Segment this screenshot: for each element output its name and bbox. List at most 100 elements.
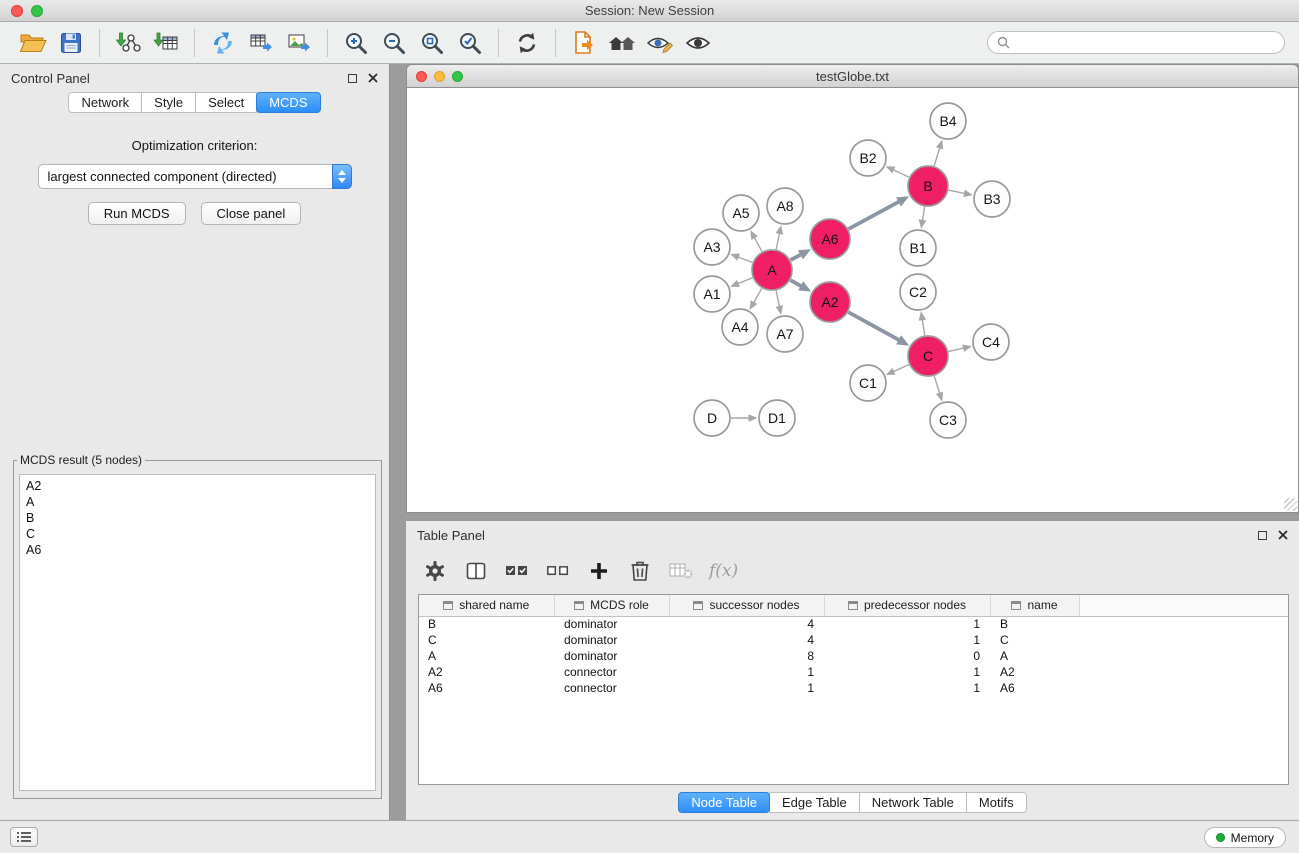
close-panel-icon[interactable] [368,73,378,83]
tab-motifs[interactable]: Motifs [966,792,1027,813]
table-row[interactable]: Cdominator41C [419,632,1288,648]
add-column-button[interactable] [582,555,616,587]
search-field[interactable] [987,31,1285,54]
graph-edge[interactable] [886,365,909,375]
graph-node-D[interactable]: D [694,400,730,436]
graph-edge[interactable] [886,166,909,177]
zoom-in-button[interactable] [337,26,375,60]
column-header[interactable]: shared name [419,595,554,616]
resize-handle[interactable] [1284,498,1297,511]
graph-node-B1[interactable]: B1 [900,230,936,266]
select-all-button[interactable] [500,555,534,587]
graph-node-A1[interactable]: A1 [694,276,730,312]
deselect-all-button[interactable] [541,555,575,587]
graph-node-A8[interactable]: A8 [767,188,803,224]
graph-node-D1[interactable]: D1 [759,400,795,436]
graph-node-C2[interactable]: C2 [900,274,936,310]
graph-edge[interactable] [730,278,752,287]
graph-node-A5[interactable]: A5 [723,195,759,231]
graph-edge[interactable] [750,288,762,310]
graph-node-A3[interactable]: A3 [694,229,730,265]
graph-node-C1[interactable]: C1 [850,365,886,401]
float-table-panel-icon[interactable] [1258,531,1267,540]
mcds-result-item[interactable]: A [26,494,369,510]
run-mcds-button[interactable]: Run MCDS [88,202,186,225]
export-network-button[interactable] [204,26,242,60]
column-header[interactable]: MCDS role [554,595,669,616]
graph-node-C4[interactable]: C4 [973,324,1009,360]
mcds-result-item[interactable]: B [26,510,369,526]
graph-node-B[interactable]: B [908,166,948,206]
zoom-out-button[interactable] [375,26,413,60]
table-row[interactable]: Adominator80A [419,648,1288,664]
graph-node-A4[interactable]: A4 [722,309,758,345]
zoom-selected-button[interactable] [451,26,489,60]
search-input[interactable] [1016,36,1275,50]
export-image-button[interactable] [280,26,318,60]
network-canvas[interactable]: A A1 A2 A3 A4 A5 A6 A7 A8 B B1 B2 B3 B4 C C1 C2 C3 C4 D D1 [406,88,1299,513]
graph-node-B2[interactable]: B2 [850,140,886,176]
graph-edge[interactable] [934,376,943,401]
graph-edge[interactable] [790,280,811,291]
graph-edge[interactable] [848,196,909,229]
import-table-button[interactable] [147,26,185,60]
graph-edge[interactable] [948,344,971,351]
optimization-criterion-dropdown[interactable]: largest connected component (directed) [38,164,352,189]
graph-edge[interactable] [919,207,927,229]
toggle-graphics-details-button[interactable] [641,26,679,60]
table-row[interactable]: A6connector11A6 [419,680,1288,696]
tab-network[interactable]: Network [68,92,142,113]
node-table-container[interactable]: shared nameMCDS rolesuccessor nodesprede… [418,594,1289,785]
tab-select[interactable]: Select [195,92,257,113]
graph-edge[interactable] [949,190,973,197]
tab-edge-table[interactable]: Edge Table [769,792,860,813]
graph-edge[interactable] [776,225,783,249]
graph-node-B3[interactable]: B3 [974,181,1010,217]
import-network-button[interactable] [109,26,147,60]
network-window-titlebar[interactable]: testGlobe.txt [406,64,1299,88]
delete-column-button[interactable] [623,555,657,587]
zoom-fit-button[interactable] [413,26,451,60]
export-table-button[interactable] [242,26,280,60]
network-graph[interactable]: A A1 A2 A3 A4 A5 A6 A7 A8 B B1 B2 B3 B4 C C1 C2 C3 C4 D D1 [407,88,1298,512]
memory-button[interactable]: Memory [1204,827,1286,848]
save-session-button[interactable] [52,26,90,60]
column-header[interactable]: predecessor nodes [824,595,990,616]
graph-node-A7[interactable]: A7 [767,316,803,352]
tab-network-table[interactable]: Network Table [859,792,967,813]
tab-node-table[interactable]: Node Table [678,792,770,813]
table-mode-button[interactable] [418,555,452,587]
column-header[interactable]: name [990,595,1079,616]
mcds-result-item[interactable]: A6 [26,542,369,558]
graph-edge[interactable] [776,291,783,315]
close-panel-button[interactable]: Close panel [201,202,302,225]
show-hide-button[interactable] [679,26,717,60]
graph-node-C[interactable]: C [908,336,948,376]
graph-node-B4[interactable]: B4 [930,103,966,139]
export-report-button[interactable] [565,26,603,60]
graph-edge[interactable] [919,311,927,335]
float-panel-icon[interactable] [348,74,357,83]
graph-edge[interactable] [730,254,752,263]
table-row[interactable]: A2connector11A2 [419,664,1288,680]
table-row[interactable]: Bdominator41B [419,616,1288,632]
graph-edge[interactable] [934,140,943,166]
graph-node-C3[interactable]: C3 [930,402,966,438]
close-table-panel-icon[interactable] [1278,530,1288,540]
column-header[interactable]: successor nodes [669,595,824,616]
graph-node-A[interactable]: A [752,250,792,290]
tab-mcds[interactable]: MCDS [256,92,320,113]
tab-style[interactable]: Style [141,92,196,113]
task-history-button[interactable] [10,827,38,847]
welcome-screen-button[interactable] [603,26,641,60]
mcds-result-list[interactable]: A2ABCA6 [19,474,376,791]
apply-layout-button[interactable] [508,26,546,60]
show-columns-button[interactable] [459,555,493,587]
graph-edge[interactable] [731,414,758,422]
open-session-button[interactable] [14,26,52,60]
graph-node-A6[interactable]: A6 [810,219,850,259]
graph-edge[interactable] [791,249,812,260]
graph-edge[interactable] [750,230,762,251]
graph-node-A2[interactable]: A2 [810,282,850,322]
mcds-result-item[interactable]: A2 [26,478,369,494]
